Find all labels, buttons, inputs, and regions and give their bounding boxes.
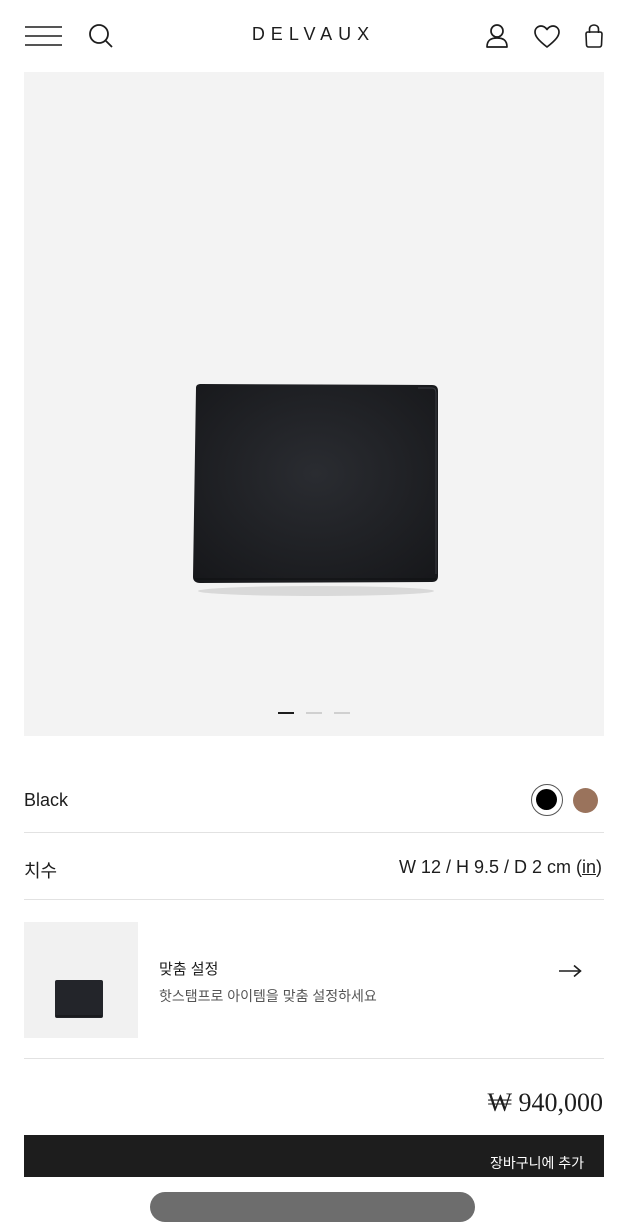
- size-close-paren: ): [596, 857, 602, 877]
- color-selector: Black: [24, 770, 604, 832]
- size-dimensions: W 12 / H 9.5 / D 2 cm (: [398, 857, 582, 877]
- size-row: 치수 W 12 / H 9.5 / D 2 cm (in): [24, 834, 604, 900]
- add-to-cart-label: 장바구니에 추가: [489, 1155, 584, 1171]
- divider: [24, 832, 604, 833]
- personalization-title: 맞춤 설정: [159, 961, 219, 978]
- shopping-bag-icon[interactable]: [583, 23, 605, 49]
- site-header: DELVAUX: [0, 0, 627, 72]
- size-value: W 12 / H 9.5 / D 2 cm (in): [399, 857, 602, 878]
- personalization-subtitle: 핫스탬프로 아이템을 맞춤 설정하세요: [159, 988, 377, 1004]
- personalization-thumbnail: [24, 922, 138, 1038]
- swatch-black[interactable]: [531, 784, 563, 816]
- gallery-dot-2[interactable]: [306, 712, 322, 714]
- account-icon[interactable]: [485, 23, 509, 49]
- swatch-brown[interactable]: [573, 788, 598, 813]
- divider: [24, 899, 604, 900]
- add-to-cart-button[interactable]: 장바구니에 추가: [24, 1135, 604, 1177]
- size-label: 치수: [24, 861, 58, 881]
- product-price: ₩ 940,000: [487, 1088, 603, 1117]
- selected-color-name: Black: [24, 790, 69, 810]
- product-image-gallery[interactable]: [24, 72, 604, 736]
- gallery-dot-3[interactable]: [334, 712, 350, 714]
- product-image-wallet: [193, 384, 438, 596]
- gallery-dot-1[interactable]: [278, 712, 294, 714]
- personalization-thumbnail-wallet: [55, 980, 103, 1018]
- size-unit-toggle[interactable]: in: [582, 857, 596, 877]
- personalization-link[interactable]: 맞춤 설정 핫스탬프로 아이템을 맞춤 설정하세요: [24, 922, 604, 1038]
- floating-bottom-pill[interactable]: [150, 1192, 475, 1222]
- gallery-pagination: [24, 710, 604, 716]
- divider: [24, 1058, 604, 1059]
- arrow-right-icon[interactable]: [558, 964, 582, 978]
- swatch-black-fill: [536, 789, 557, 810]
- wishlist-heart-icon[interactable]: [533, 24, 561, 50]
